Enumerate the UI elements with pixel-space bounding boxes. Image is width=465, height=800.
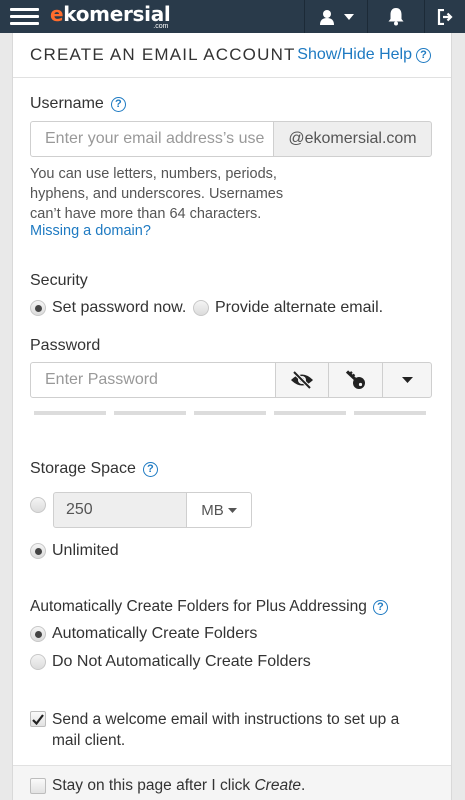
storage-custom-radio[interactable]	[30, 497, 46, 513]
storage-label: Storage Space ?	[30, 460, 158, 478]
no-auto-create-folders-radio[interactable]	[30, 654, 46, 670]
eye-slash-icon	[291, 371, 313, 389]
username-label: Username ?	[30, 95, 126, 113]
storage-unit-select[interactable]: MB	[186, 492, 252, 528]
page-title: CREATE AN EMAIL ACCOUNT	[30, 45, 296, 64]
toggle-visibility-button[interactable]	[275, 362, 329, 398]
plus-addressing-label: Automatically Create Folders for Plus Ad…	[30, 598, 388, 616]
set-password-radio[interactable]	[30, 300, 46, 316]
domain-addon: @ekomersial.com	[273, 121, 432, 157]
storage-help-icon[interactable]: ?	[142, 461, 158, 477]
password-strength-segment	[274, 411, 346, 415]
show-hide-help-link[interactable]: Show/Hide Help ?	[297, 46, 431, 64]
password-input[interactable]: Enter Password	[30, 362, 276, 398]
storage-quota-input[interactable]: 250	[53, 492, 187, 528]
alternate-email-radio[interactable]	[193, 300, 209, 316]
key-icon	[345, 370, 365, 389]
no-auto-create-folders-option[interactable]: Do Not Automatically Create Folders	[30, 653, 311, 671]
password-label: Password	[30, 337, 101, 354]
stay-on-page-checkbox[interactable]	[30, 778, 46, 794]
checkmark-icon	[32, 713, 44, 725]
user-icon	[319, 9, 334, 25]
caret-down-icon	[401, 377, 413, 383]
missing-domain-link[interactable]: Missing a domain?	[30, 223, 151, 239]
username-help-icon[interactable]: ?	[110, 96, 126, 112]
welcome-email-checkbox[interactable]	[30, 711, 46, 727]
password-options-dropdown[interactable]	[382, 362, 432, 398]
logo[interactable]: ekomersial .com	[50, 3, 171, 31]
auto-create-folders-radio[interactable]	[30, 626, 46, 642]
security-option-set-password[interactable]: Set password now.	[30, 299, 186, 317]
password-strength-segment	[354, 411, 426, 415]
menu-icon[interactable]	[10, 8, 39, 26]
form-footer: Stay on this page after I click Create.	[13, 765, 451, 800]
notifications-button[interactable]	[368, 0, 424, 33]
user-menu-button[interactable]	[305, 0, 367, 33]
storage-unlimited-radio[interactable]	[30, 543, 46, 559]
help-icon: ?	[416, 47, 431, 63]
password-strength-segment	[34, 411, 106, 415]
security-label: Security	[30, 272, 88, 289]
username-hint: You can use letters, numbers, periods, h…	[30, 166, 284, 222]
logout-button[interactable]	[425, 0, 465, 33]
caret-down-icon	[343, 13, 354, 20]
logout-icon	[437, 8, 453, 25]
storage-unlimited-option[interactable]: Unlimited	[30, 542, 119, 560]
password-strength-segment	[114, 411, 186, 415]
plus-addressing-help-icon[interactable]: ?	[372, 599, 388, 615]
caret-down-icon	[227, 507, 237, 513]
security-option-alternate-email[interactable]: Provide alternate email.	[193, 299, 383, 317]
password-strength-segment	[194, 411, 266, 415]
stay-on-page-option[interactable]: Stay on this page after I click Create.	[30, 777, 305, 795]
welcome-email-option[interactable]: Send a welcome email with instructions t…	[30, 709, 430, 751]
create-account-panel: CREATE AN EMAIL ACCOUNT Show/Hide Help ?…	[12, 33, 452, 800]
top-navbar: ekomersial .com	[0, 0, 465, 33]
auto-create-folders-option[interactable]: Automatically Create Folders	[30, 625, 257, 643]
generate-password-button[interactable]	[328, 362, 383, 398]
username-input[interactable]: Enter your email address’s use	[30, 121, 274, 157]
bell-icon	[388, 8, 404, 26]
